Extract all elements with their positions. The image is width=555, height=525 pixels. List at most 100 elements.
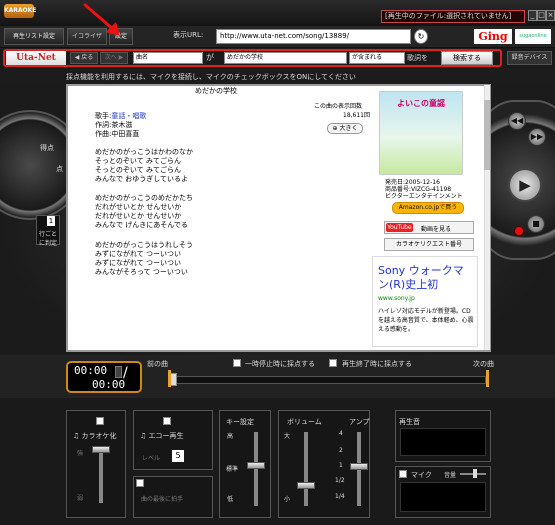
seek-start-marker[interactable]: [168, 370, 171, 387]
lyric-line: みんながそろって つーいつい: [95, 268, 188, 276]
record-label: ビクターエンタテインメント: [385, 193, 463, 200]
amp-tick: 1/4: [335, 493, 345, 500]
volume-slider[interactable]: [304, 432, 308, 506]
karaoke-weak-label: 弱: [77, 495, 84, 502]
end-score-label: 再生終了時に採点する: [342, 360, 412, 368]
url-input[interactable]: http://www.uta-net.com/song/13889/: [216, 29, 411, 44]
echo-level-value[interactable]: 5: [172, 450, 184, 462]
minimize-button[interactable]: _: [528, 10, 537, 21]
enlarge-label: 大きく: [339, 125, 358, 132]
partner-logo[interactable]: sugaonline: [515, 29, 551, 44]
volume-high-label: 大: [284, 433, 291, 440]
view-count-value: 18,611回: [343, 112, 370, 119]
match-type-select[interactable]: が含まれる: [349, 52, 405, 64]
amp-knob[interactable]: [350, 463, 368, 470]
app-logo: KARAOKE: [4, 4, 36, 18]
youtube-icon: YouTube: [386, 223, 413, 232]
singer-link[interactable]: 童話・唱歌: [111, 112, 146, 120]
singer-label: 歌手:: [95, 112, 112, 120]
key-high-label: 高: [227, 433, 234, 440]
search-button[interactable]: 検索する: [441, 51, 493, 65]
previous-track-label[interactable]: 前の曲: [147, 359, 168, 369]
ad-url[interactable]: www.sony.jp: [378, 295, 415, 302]
recording-device-button[interactable]: 録音デバイス: [507, 51, 552, 65]
point-label: 点: [56, 165, 63, 173]
rewind-icon[interactable]: ◀◀: [508, 112, 526, 130]
volume-low-label: 小: [284, 496, 291, 503]
playlist-settings-button[interactable]: 再生リスト設定: [4, 28, 64, 45]
kashi-label: 歌詞を: [407, 54, 428, 62]
pause-score-label: 一時停止時に採点する: [245, 360, 315, 368]
playback-meter: [400, 428, 486, 456]
mic-checkbox[interactable]: [399, 470, 407, 478]
forward-button[interactable]: 次へ ▶: [100, 52, 128, 64]
url-label: 表示URL:: [173, 31, 204, 39]
maximize-button[interactable]: □: [537, 10, 546, 21]
ga-label: が: [206, 53, 214, 62]
amp-tick: 4: [339, 430, 343, 437]
karaoke-strong-label: 強: [77, 450, 84, 457]
karaoke-panel: [66, 410, 126, 518]
ad-title[interactable]: Sony ウォークマン(R)史上初: [378, 264, 474, 292]
album-title: よいこの童謡: [397, 99, 445, 108]
karaoke-request-button[interactable]: カラオケリクエスト番号: [384, 238, 474, 251]
pause-score-checkbox[interactable]: [233, 359, 241, 367]
enlarge-button[interactable]: ⊕ 大きく: [327, 123, 363, 134]
watch-video-label: 動画を見る: [421, 226, 452, 233]
close-button[interactable]: ×: [546, 10, 555, 21]
release-info: 発売日:2005-12-16 商品番号:VIZCG-41198 ビクターエンタテ…: [385, 179, 463, 200]
amp-tick: 1/2: [335, 477, 345, 484]
fast-forward-icon[interactable]: ▶▶: [528, 128, 546, 146]
amp-tick: 2: [339, 447, 343, 454]
uta-net-logo[interactable]: Uta-Net: [6, 51, 66, 65]
per-line-value[interactable]: 1: [47, 216, 55, 226]
key-label: キー設定: [226, 418, 254, 426]
karaoke-checkbox[interactable]: [96, 417, 104, 425]
key-standard-label: 標準: [226, 466, 239, 473]
scroll-thumb[interactable]: [484, 100, 490, 170]
amazon-buy-button[interactable]: Amazon.co.jpで買う: [392, 202, 464, 214]
mic-volume-label: 音量: [444, 472, 457, 479]
product-number: 商品番号:VIZCG-41198: [385, 186, 452, 193]
ad-body: ハイレゾ対応モデルが新登場。CDを越える高音質で、本体軽め、心震える感動を。: [378, 308, 474, 333]
elapsed-time: 00:00: [74, 364, 108, 377]
level-label: レベル: [142, 455, 161, 462]
volume-knob[interactable]: [297, 482, 315, 489]
search-field-select[interactable]: 曲名: [133, 52, 203, 64]
echo-label: ♫ エコー再生: [140, 432, 184, 440]
karaoke-knob[interactable]: [92, 446, 110, 453]
score-label: 得点: [40, 144, 54, 152]
lyric-line: みんなで おゆうぎしているよ: [95, 175, 189, 183]
end-score-checkbox[interactable]: [329, 359, 337, 367]
play-icon[interactable]: ▶: [508, 168, 542, 202]
seek-thumb[interactable]: [170, 373, 177, 386]
mic-volume-knob[interactable]: [473, 469, 477, 478]
seek-end-marker[interactable]: [486, 370, 489, 387]
lyric-line: みんなで げんきにあそんでる: [95, 221, 188, 229]
total-time: 00:00: [92, 378, 126, 391]
playback-label: 再生音: [399, 418, 420, 426]
stop-icon[interactable]: ■: [527, 215, 545, 233]
search-query-input[interactable]: めだかの学校: [224, 52, 347, 64]
key-slider[interactable]: [254, 432, 258, 506]
ging-logo[interactable]: Ging: [474, 29, 512, 44]
back-button[interactable]: ◀ 戻る: [70, 52, 98, 64]
song-title: めだかの学校: [195, 87, 237, 95]
view-count-label: この曲の表示回数: [314, 103, 363, 110]
record-icon[interactable]: [514, 226, 524, 236]
applause-label: 曲の最後に拍手: [141, 496, 184, 503]
amp-label: アンプ: [349, 418, 370, 426]
reload-icon[interactable]: ↻: [414, 29, 428, 44]
next-track-label[interactable]: 次の曲: [473, 359, 494, 369]
echo-checkbox[interactable]: [163, 417, 171, 425]
release-date: 発売日:2005-12-16: [385, 179, 440, 186]
key-knob[interactable]: [247, 462, 265, 469]
time-spinner[interactable]: [115, 366, 122, 378]
seek-bar[interactable]: [170, 376, 486, 384]
now-playing-status: [再生中のファイル:選択されていません]: [381, 10, 525, 23]
amp-tick: 1: [339, 462, 343, 469]
key-low-label: 低: [227, 496, 234, 503]
karaoke-slider[interactable]: [99, 448, 103, 503]
per-line-label: 行ごとに判定: [38, 231, 57, 247]
applause-checkbox[interactable]: [136, 479, 144, 487]
